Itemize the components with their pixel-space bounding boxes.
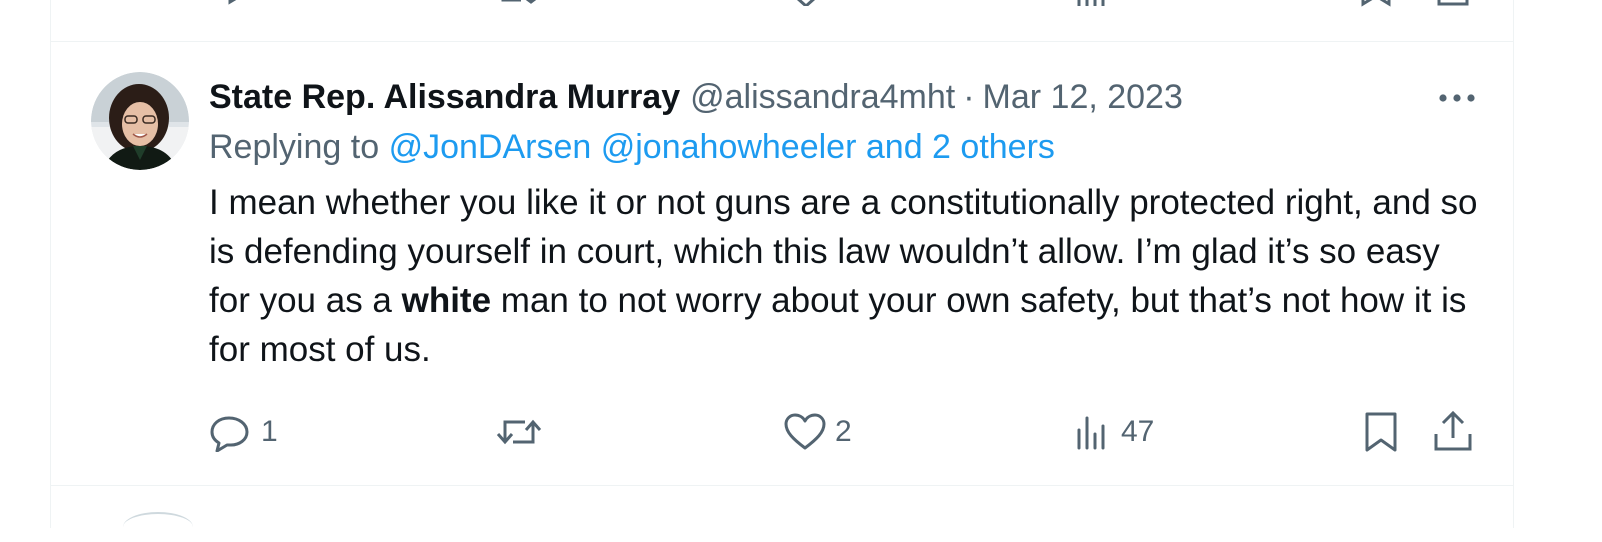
views-count: 47 — [1121, 415, 1155, 448]
share-icon[interactable] — [1435, 0, 1471, 13]
replying-to: Replying to @JonDArsen @jonahowheeler an… — [209, 122, 1479, 172]
retweet-icon — [495, 412, 543, 452]
replying-prefix: Replying to — [209, 128, 380, 166]
like-button[interactable]: 2 — [783, 408, 852, 456]
reply-button[interactable]: 1 — [209, 408, 278, 456]
tweet-actions: 1 2 47 — [209, 408, 1479, 456]
retweet-button[interactable] — [495, 408, 551, 456]
previous-tweet-actions — [51, 0, 1513, 11]
reply-icon[interactable] — [226, 0, 256, 11]
like-count: 2 — [835, 415, 852, 448]
separator: · — [963, 78, 975, 116]
avatar[interactable] — [91, 72, 189, 170]
divider-top — [51, 41, 1513, 42]
views-button[interactable]: 47 — [1073, 408, 1154, 456]
divider-bottom — [51, 485, 1513, 486]
tweet-text: I mean whether you like it or not guns a… — [209, 178, 1479, 374]
bookmark-button[interactable] — [1361, 408, 1401, 456]
next-tweet-avatar[interactable] — [123, 512, 193, 542]
reply-count: 1 — [261, 415, 278, 448]
display-name[interactable]: State Rep. Alissandra Murray — [209, 72, 680, 122]
share-button[interactable] — [1431, 408, 1475, 456]
timeline-column: State Rep. Alissandra Murray @alissandra… — [50, 0, 1514, 528]
tweet[interactable]: State Rep. Alissandra Murray @alissandra… — [209, 72, 1479, 374]
heart-icon — [783, 412, 827, 452]
others-link[interactable]: and 2 others — [866, 128, 1055, 166]
bookmark-icon[interactable] — [1359, 0, 1393, 13]
bookmark-icon — [1361, 410, 1401, 454]
share-icon — [1431, 410, 1475, 454]
more-icon[interactable] — [1435, 84, 1479, 112]
reply-icon — [209, 412, 253, 452]
user-handle[interactable]: @alissandra4mht — [690, 72, 955, 122]
tweet-text-bold: white — [401, 281, 492, 320]
retweet-icon[interactable] — [501, 0, 541, 11]
views-icon[interactable] — [1075, 0, 1109, 11]
tweet-header: State Rep. Alissandra Murray @alissandra… — [209, 72, 1479, 122]
mention-link[interactable]: @JonDArsen — [389, 128, 592, 166]
heart-icon[interactable] — [791, 0, 821, 11]
mention-link[interactable]: @jonahowheeler — [601, 128, 857, 166]
tweet-date[interactable]: Mar 12, 2023 — [983, 72, 1183, 122]
views-icon — [1073, 412, 1113, 452]
